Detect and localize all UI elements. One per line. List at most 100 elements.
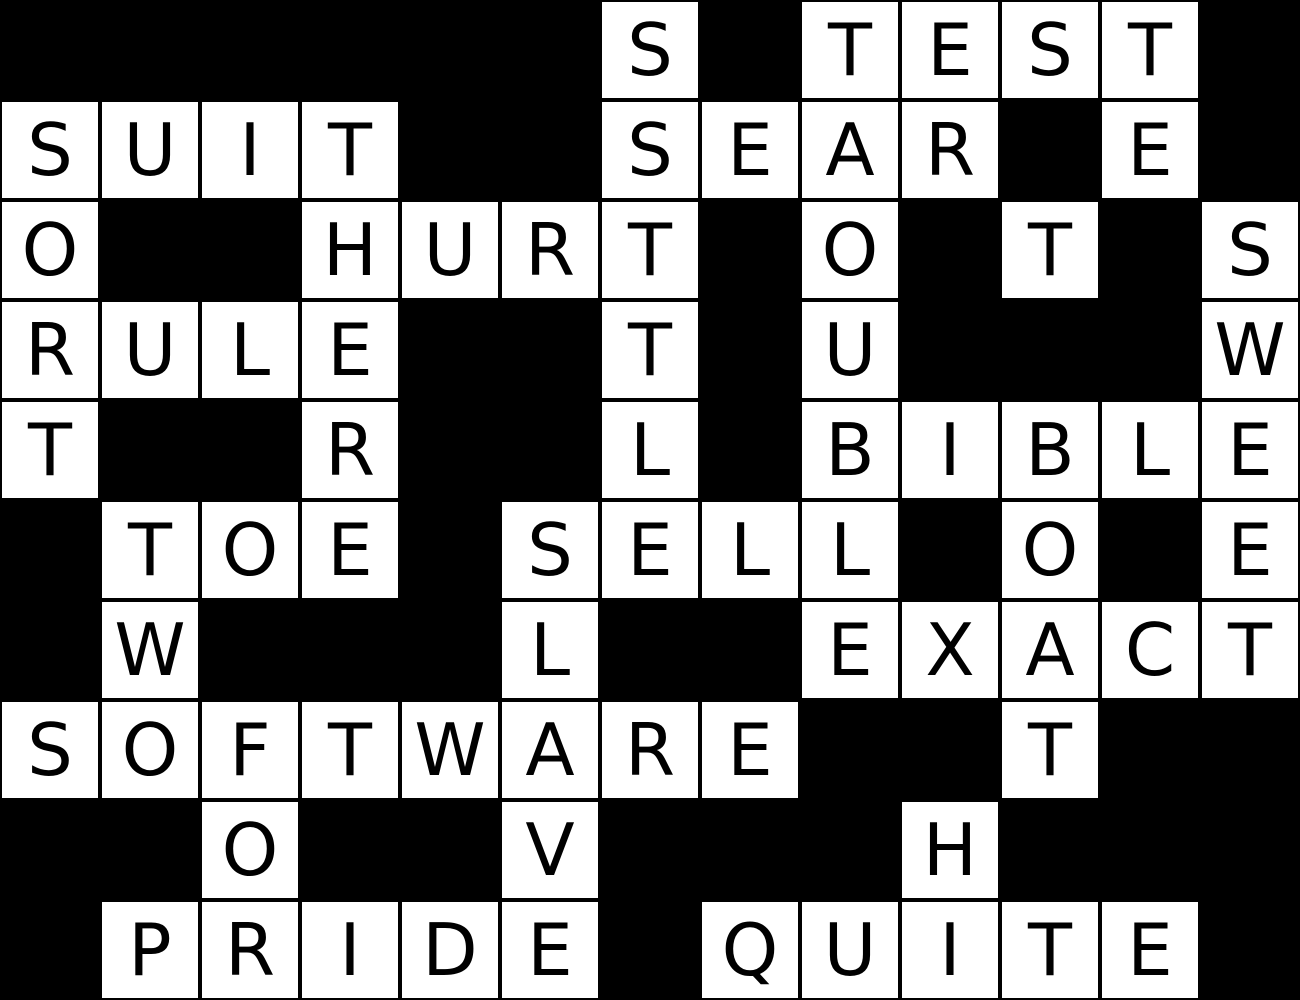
letter-cell[interactable]: S — [0, 700, 100, 800]
letter-cell[interactable]: U — [100, 100, 200, 200]
letter-cell[interactable]: U — [100, 300, 200, 400]
letter-cell[interactable]: O — [200, 800, 300, 900]
letter-cell[interactable]: U — [800, 900, 900, 1000]
block-cell — [700, 800, 800, 900]
block-cell — [800, 800, 900, 900]
letter-cell[interactable]: L — [600, 400, 700, 500]
block-cell — [600, 600, 700, 700]
letter-cell[interactable]: H — [300, 200, 400, 300]
block-cell — [700, 400, 800, 500]
crossword-board: STESTSUITSEAREOHURTOTSRULETUWTRLBIBLETOE… — [0, 0, 1300, 1000]
letter-cell[interactable]: V — [500, 800, 600, 900]
letter-cell[interactable]: E — [1100, 900, 1200, 1000]
letter-cell[interactable]: U — [800, 300, 900, 400]
letter-cell[interactable]: R — [300, 400, 400, 500]
letter-cell[interactable]: S — [1200, 200, 1300, 300]
letter-cell[interactable]: L — [700, 500, 800, 600]
letter-cell[interactable]: T — [600, 200, 700, 300]
letter-cell[interactable]: Q — [700, 900, 800, 1000]
block-cell — [1000, 800, 1100, 900]
block-cell — [600, 800, 700, 900]
letter-cell[interactable]: A — [800, 100, 900, 200]
letter-cell[interactable]: B — [1000, 400, 1100, 500]
letter-cell[interactable]: L — [800, 500, 900, 600]
letter-cell[interactable]: W — [1200, 300, 1300, 400]
letter-cell[interactable]: X — [900, 600, 1000, 700]
letter-cell[interactable]: T — [1000, 900, 1100, 1000]
letter-cell[interactable]: E — [1100, 100, 1200, 200]
letter-cell[interactable]: I — [900, 400, 1000, 500]
letter-cell[interactable]: E — [500, 900, 600, 1000]
letter-cell[interactable]: T — [0, 400, 100, 500]
block-cell — [300, 0, 400, 100]
letter-cell[interactable]: T — [1000, 700, 1100, 800]
letter-cell[interactable]: S — [500, 500, 600, 600]
letter-cell[interactable]: C — [1100, 600, 1200, 700]
letter-cell[interactable]: W — [400, 700, 500, 800]
letter-cell[interactable]: E — [600, 500, 700, 600]
block-cell — [900, 500, 1000, 600]
block-cell — [400, 400, 500, 500]
letter-cell[interactable]: T — [1200, 600, 1300, 700]
block-cell — [400, 500, 500, 600]
letter-cell[interactable]: T — [1000, 200, 1100, 300]
letter-cell[interactable]: R — [900, 100, 1000, 200]
letter-cell[interactable]: U — [400, 200, 500, 300]
letter-cell[interactable]: F — [200, 700, 300, 800]
letter-cell[interactable]: W — [100, 600, 200, 700]
letter-cell[interactable]: R — [200, 900, 300, 1000]
letter-cell[interactable]: R — [600, 700, 700, 800]
letter-cell[interactable]: E — [1200, 400, 1300, 500]
letter-cell[interactable]: O — [800, 200, 900, 300]
letter-cell[interactable]: O — [100, 700, 200, 800]
block-cell — [500, 0, 600, 100]
letter-cell[interactable]: I — [300, 900, 400, 1000]
block-cell — [900, 300, 1000, 400]
block-cell — [1200, 100, 1300, 200]
letter-cell[interactable]: S — [600, 100, 700, 200]
letter-cell[interactable]: O — [0, 200, 100, 300]
letter-cell[interactable]: T — [800, 0, 900, 100]
letter-cell[interactable]: A — [1000, 600, 1100, 700]
letter-cell[interactable]: E — [300, 300, 400, 400]
block-cell — [1100, 500, 1200, 600]
letter-cell[interactable]: E — [900, 0, 1000, 100]
letter-cell[interactable]: H — [900, 800, 1000, 900]
letter-cell[interactable]: D — [400, 900, 500, 1000]
letter-cell[interactable]: T — [1100, 0, 1200, 100]
block-cell — [1100, 200, 1200, 300]
letter-cell[interactable]: T — [600, 300, 700, 400]
letter-cell[interactable]: O — [200, 500, 300, 600]
letter-cell[interactable]: E — [700, 100, 800, 200]
letter-cell[interactable]: S — [1000, 0, 1100, 100]
letter-cell[interactable]: L — [1100, 400, 1200, 500]
block-cell — [500, 100, 600, 200]
letter-cell[interactable]: S — [0, 100, 100, 200]
letter-cell[interactable]: A — [500, 700, 600, 800]
letter-cell[interactable]: R — [0, 300, 100, 400]
letter-cell[interactable]: E — [700, 700, 800, 800]
letter-cell[interactable]: S — [600, 0, 700, 100]
letter-cell[interactable]: O — [1000, 500, 1100, 600]
letter-cell[interactable]: L — [200, 300, 300, 400]
letter-cell[interactable]: R — [500, 200, 600, 300]
block-cell — [700, 200, 800, 300]
letter-cell[interactable]: T — [100, 500, 200, 600]
letter-cell[interactable]: E — [1200, 500, 1300, 600]
letter-cell[interactable]: T — [300, 100, 400, 200]
letter-cell[interactable]: E — [800, 600, 900, 700]
block-cell — [900, 700, 1000, 800]
letter-cell[interactable]: E — [300, 500, 400, 600]
block-cell — [900, 200, 1000, 300]
block-cell — [200, 400, 300, 500]
letter-cell[interactable]: I — [900, 900, 1000, 1000]
letter-cell[interactable]: T — [300, 700, 400, 800]
letter-cell[interactable]: L — [500, 600, 600, 700]
block-cell — [1000, 100, 1100, 200]
letter-cell[interactable]: P — [100, 900, 200, 1000]
block-cell — [400, 0, 500, 100]
letter-cell[interactable]: B — [800, 400, 900, 500]
letter-cell[interactable]: I — [200, 100, 300, 200]
block-cell — [100, 0, 200, 100]
block-cell — [400, 800, 500, 900]
